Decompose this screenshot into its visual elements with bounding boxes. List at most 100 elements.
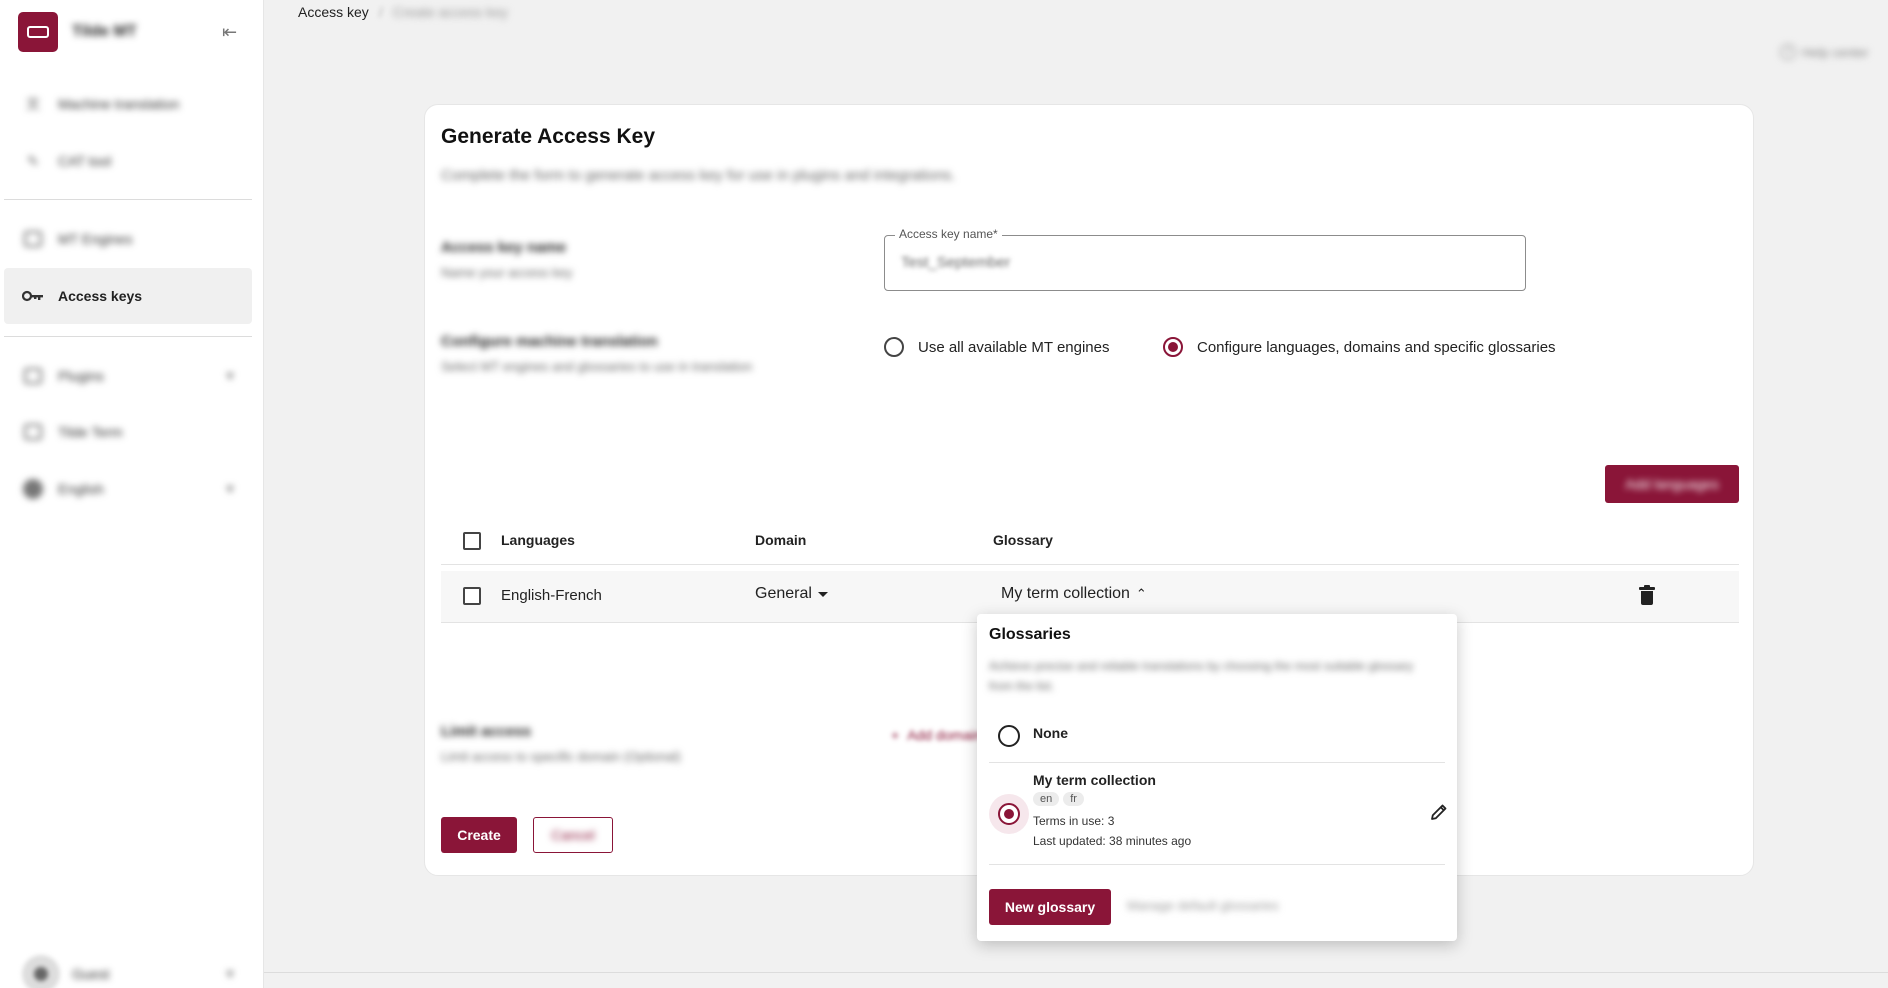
sidebar-item-tilde-term[interactable]: Tilde Term (4, 404, 252, 460)
translate-icon: 文 (26, 96, 40, 112)
radio-wrap[interactable] (989, 794, 1029, 834)
add-languages-label: Add languages (1625, 476, 1719, 492)
create-button[interactable]: Create (441, 817, 517, 853)
add-domain-label: Add domain (907, 727, 982, 743)
cancel-button[interactable]: Cancel (533, 817, 613, 853)
sidebar-item-machine-translation[interactable]: 文 Machine translation (4, 76, 252, 132)
popover-title: Glossaries (989, 626, 1071, 643)
sidebar-item-mt-engines[interactable]: MT Engines (4, 211, 252, 267)
user-menu[interactable]: Guest ▼ (4, 946, 252, 988)
domain-select-value: General (755, 585, 812, 602)
sidebar-item-label: Plugins (58, 368, 104, 384)
glossary-option-label: My term collection (1033, 772, 1156, 788)
breadcrumb-sub: Create access key (392, 4, 508, 20)
glossary-option-my-term-collection[interactable]: My term collection en fr Terms in use: 3… (989, 764, 1447, 864)
cat-tool-icon: ✎ (27, 152, 39, 169)
access-key-name-field[interactable]: Access key name* Test_September (884, 227, 1526, 291)
cancel-label: Cancel (551, 827, 595, 843)
configure-mt-title: Configure machine translation (441, 333, 658, 350)
page-title: Generate Access Key (441, 125, 656, 148)
plus-icon: + (891, 727, 900, 743)
limit-access-title: Limit access (441, 723, 532, 740)
radio-wrap[interactable] (989, 716, 1029, 756)
help-center-link[interactable]: ? Help center (1780, 44, 1868, 60)
help-icon: ? (1780, 44, 1796, 60)
radio-checked-icon (998, 803, 1020, 825)
radio-use-all-engines-label: Use all available MT engines (918, 338, 1110, 356)
sidebar-divider (4, 199, 252, 200)
engines-icon (22, 228, 44, 250)
radio-unchecked-icon[interactable] (884, 337, 904, 357)
glossary-option-label: None (1033, 725, 1068, 741)
plugins-icon (22, 365, 44, 387)
access-key-name-label: Access key name* (895, 227, 1002, 241)
edit-pencil-icon[interactable] (1429, 802, 1449, 822)
language-chip: fr (1063, 792, 1084, 806)
radio-configure-languages-label: Configure languages, domains and specifi… (1197, 338, 1556, 356)
delete-row-icon[interactable] (1639, 585, 1655, 606)
term-icon (22, 421, 44, 443)
sidebar-item-label: English (58, 481, 104, 497)
globe-icon (22, 478, 44, 500)
sidebar-item-label: Access keys (58, 288, 143, 304)
column-header-domain: Domain (755, 532, 807, 548)
breadcrumb-current[interactable]: Access key (298, 4, 369, 20)
chevron-up-icon: ⌃ (1135, 586, 1147, 601)
domain-select[interactable]: General (755, 585, 828, 603)
brand[interactable]: Tilde MT (18, 12, 137, 52)
brand-name: Tilde MT (72, 23, 137, 40)
language-chips: en fr (1033, 792, 1084, 806)
chevron-down-icon: ▼ (224, 369, 236, 383)
caret-down-icon (817, 591, 828, 597)
configure-mt-subtitle: Select MT engines and glossaries to use … (441, 359, 753, 374)
key-icon (22, 285, 44, 307)
access-key-name-subtitle: Name your access key (441, 265, 573, 280)
page-description: Complete the form to generate access key… (441, 167, 956, 184)
glossaries-popover: Glossaries Achieve precise and reliable … (977, 614, 1457, 941)
tilde-logo-icon (18, 12, 58, 52)
radio-unchecked-icon (998, 725, 1020, 747)
footer-divider (264, 972, 1888, 973)
add-languages-button[interactable]: Add languages (1605, 465, 1739, 503)
chevron-down-icon: ▼ (224, 967, 236, 981)
sidebar-item-plugins[interactable]: Plugins ▼ (4, 348, 252, 404)
add-domain-link[interactable]: + Add domain (891, 727, 982, 743)
column-header-glossary: Glossary (993, 532, 1053, 548)
row-checkbox[interactable] (463, 587, 481, 605)
glossary-last-updated: Last updated: 38 minutes ago (1033, 834, 1192, 848)
user-label: Guest (72, 966, 110, 982)
radio-configure-languages[interactable]: Configure languages, domains and specifi… (1163, 337, 1556, 357)
sidebar-item-cat-tool[interactable]: ✎ CAT tool (4, 133, 252, 189)
breadcrumb: Access key / Create access key (298, 4, 508, 20)
sidebar-item-language[interactable]: English ▼ (4, 461, 252, 517)
glossary-option-none[interactable]: None (989, 714, 1445, 762)
glossary-select[interactable]: My term collection ⌃ (1001, 585, 1147, 603)
radio-use-all-engines[interactable]: Use all available MT engines (884, 337, 1110, 357)
sidebar-item-label: MT Engines (58, 231, 133, 247)
sidebar: Tilde MT ⇤ 文 Machine translation ✎ CAT t… (0, 0, 264, 988)
glossary-terms-count: Terms in use: 3 (1033, 814, 1115, 828)
access-key-name-title: Access key name (441, 239, 567, 256)
new-glossary-button[interactable]: New glossary (989, 889, 1111, 925)
row-languages: English-French (501, 587, 602, 604)
sidebar-divider (4, 336, 252, 337)
radio-checked-icon[interactable] (1163, 337, 1183, 357)
avatar (22, 955, 60, 988)
limit-access-subtitle: Limit access to specific domain (Optiona… (441, 749, 681, 764)
sidebar-item-access-keys[interactable]: Access keys (4, 268, 252, 324)
help-label: Help center (1802, 44, 1869, 60)
select-all-checkbox[interactable] (463, 532, 481, 550)
breadcrumb-separator: / (378, 4, 383, 20)
popover-description: Achieve precise and reliable translation… (989, 659, 1414, 693)
language-chip: en (1033, 792, 1060, 806)
column-header-languages: Languages (501, 532, 575, 548)
collapse-sidebar-icon[interactable]: ⇤ (222, 22, 237, 43)
popover-divider (989, 762, 1445, 763)
access-key-name-value: Test_September (901, 254, 1011, 271)
manage-default-glossaries-link[interactable]: Manage default glossaries (1127, 898, 1279, 913)
chevron-down-icon: ▼ (224, 482, 236, 496)
languages-table-header: Languages Domain Glossary (441, 517, 1739, 565)
sidebar-item-label: Tilde Term (58, 424, 123, 440)
sidebar-item-label: CAT tool (58, 153, 112, 169)
sidebar-item-label: Machine translation (58, 96, 180, 112)
